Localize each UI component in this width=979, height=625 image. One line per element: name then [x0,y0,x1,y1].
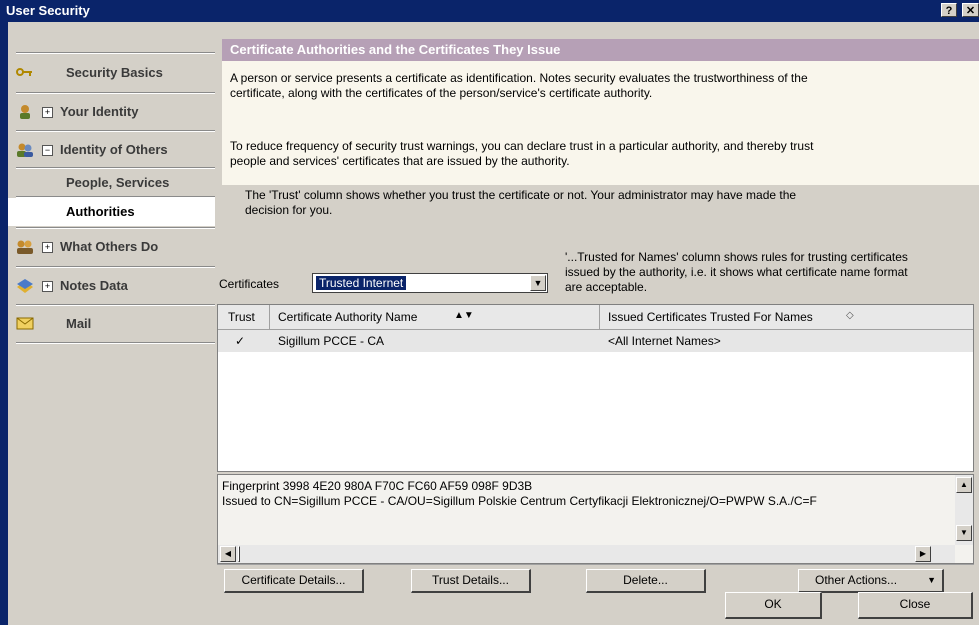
description-panel: A person or service presents a certifica… [222,61,979,185]
trust-column-info: The 'Trust' column shows whether you tru… [245,188,796,218]
info-line: issued by the authority, i.e. it shows w… [565,265,908,279]
description-line: A person or service presents a certifica… [230,71,808,85]
column-header-trusted-names[interactable]: Issued Certificates Trusted For Names [608,310,813,324]
collapse-icon[interactable]: − [42,145,53,156]
ok-button[interactable]: OK [725,592,822,619]
sort-icon[interactable]: ▲▼ [454,310,474,321]
key-icon [16,65,34,81]
envelope-icon [16,316,34,332]
close-window-button[interactable]: ✕ [962,3,979,17]
section-title: Certificate Authorities and the Certific… [230,42,561,57]
chevron-down-icon[interactable]: ▼ [530,275,546,291]
expand-icon[interactable]: + [42,281,53,292]
description-line: To reduce frequency of security trust wa… [230,139,814,153]
sidebar-item-your-identity[interactable]: + Your Identity [8,94,215,131]
sidebar-item-label: Notes Data [60,278,128,293]
scroll-right-icon[interactable]: ▶ [915,546,931,562]
sidebar-item-label: Mail [66,316,92,331]
table-row[interactable]: ✓ Sigillum PCCE - CA <All Internet Names… [218,330,973,352]
sidebar-item-notes-data[interactable]: + Notes Data [8,268,215,305]
group-icon [16,239,34,255]
trust-details-button[interactable]: Trust Details... [411,569,531,593]
fingerprint-text: Fingerprint 3998 4E20 980A F70C FC60 AF5… [222,479,533,493]
sidebar-item-authorities[interactable]: Authorities [8,198,215,226]
column-header-authority-name[interactable]: Certificate Authority Name [278,310,417,324]
issued-to-text: Issued to CN=Sigillum PCCE - CA/OU=Sigil… [222,494,817,508]
sidebar-item-label: Identity of Others [60,142,168,157]
sidebar-item-label: Security Basics [66,65,163,80]
sidebar-item-mail[interactable]: Mail [8,306,215,343]
info-line: decision for you. [245,203,333,217]
person-icon [16,104,34,120]
description-text: To reduce frequency of security trust wa… [230,139,975,169]
sidebar-item-label: Authorities [66,204,135,219]
vertical-scrollbar[interactable]: ▲ ▼ [955,475,973,545]
column-divider[interactable] [269,305,270,329]
sort-icon[interactable]: ◇ [846,310,854,321]
info-line: '...Trusted for Names' column shows rule… [565,250,908,264]
scroll-up-icon[interactable]: ▲ [956,477,972,493]
other-actions-label: Other Actions... [815,573,898,587]
scroll-down-icon[interactable]: ▼ [956,525,972,541]
delete-button[interactable]: Delete... [586,569,706,593]
expand-icon[interactable]: + [42,107,53,118]
certificates-label: Certificates [219,277,280,291]
sidebar-item-label: What Others Do [60,239,159,254]
window-frame [0,22,8,625]
description-line: people and services' certificates that a… [230,154,570,168]
trust-checkmark[interactable]: ✓ [235,334,245,348]
sidebar: Security Basics + Your Identity − Identi… [8,22,215,625]
sidebar-divider [16,342,215,344]
scroll-left-icon[interactable]: ◀ [220,546,236,562]
sidebar-item-label: Your Identity [60,104,139,119]
expand-icon[interactable]: + [42,242,53,253]
sidebar-item-identity-of-others[interactable]: − Identity of Others [8,132,215,169]
description-text: A person or service presents a certifica… [230,71,975,101]
sidebar-item-security-basics[interactable]: Security Basics [8,55,215,92]
certificate-details-panel: Fingerprint 3998 4E20 980A F70C FC60 AF5… [217,474,974,564]
database-icon [16,278,34,294]
help-button[interactable]: ? [941,3,957,17]
main-panel: Certificate Authorities and the Certific… [215,22,979,625]
authority-name-cell: Sigillum PCCE - CA [278,334,385,348]
horizontal-scrollbar[interactable]: ◀ ▶ [218,545,955,563]
column-header-trust[interactable]: Trust [228,310,255,324]
certificates-dropdown[interactable]: Trusted Internet ▼ [312,273,548,293]
sidebar-item-what-others-do[interactable]: + What Others Do [8,229,215,266]
info-line: are acceptable. [565,280,648,294]
certificate-details-button[interactable]: Certificate Details... [224,569,364,593]
scroll-thumb[interactable] [238,546,240,562]
info-line: The 'Trust' column shows whether you tru… [245,188,797,202]
chevron-down-icon[interactable]: ▼ [927,570,936,590]
trusted-names-cell: <All Internet Names> [608,334,721,348]
certificates-selected: Trusted Internet [316,276,407,290]
table-header: Trust Certificate Authority Name ▲▼ Issu… [218,305,973,330]
column-divider[interactable] [599,305,600,329]
window-title: User Security [6,3,90,18]
sidebar-divider [16,52,215,54]
section-header: Certificate Authorities and the Certific… [222,39,979,61]
description-line: certificate, along with the certificates… [230,86,653,100]
title-bar: User Security ? ✕ [0,0,979,22]
names-column-info: '...Trusted for Names' column shows rule… [565,250,908,295]
certificate-table: Trust Certificate Authority Name ▲▼ Issu… [217,304,974,472]
sidebar-item-label: People, Services [66,175,170,190]
sidebar-item-people-services[interactable]: People, Services [8,169,215,197]
people-icon [16,142,34,158]
other-actions-button[interactable]: Other Actions... ▼ [798,569,944,593]
close-button[interactable]: Close [858,592,973,619]
